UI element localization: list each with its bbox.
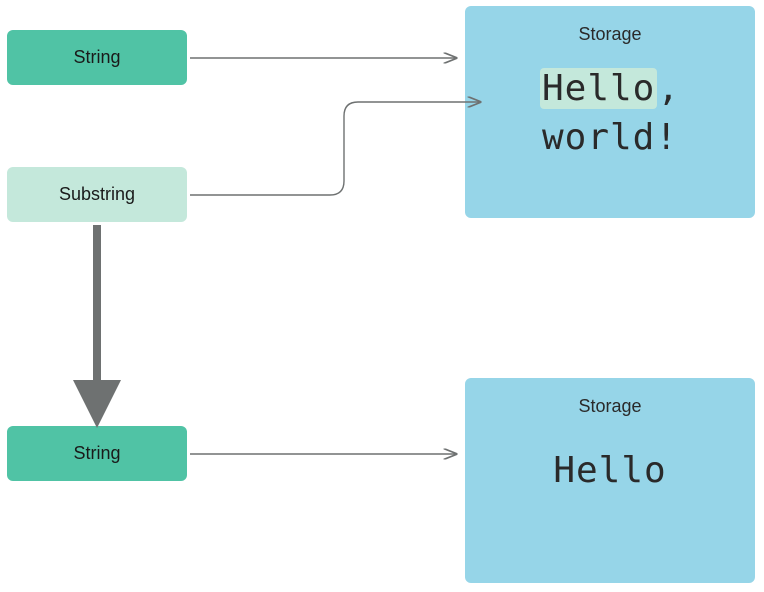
storage-top-title: Storage bbox=[487, 24, 733, 45]
string-box-bottom: String bbox=[7, 426, 187, 481]
substring-box-label: Substring bbox=[59, 184, 135, 205]
storage-top-rest1: , bbox=[657, 68, 680, 109]
storage-box-bottom: Storage Hello bbox=[465, 378, 755, 583]
string-box-bottom-label: String bbox=[73, 443, 120, 464]
storage-top-line2: world! bbox=[542, 117, 678, 158]
storage-top-content: Hello, world! bbox=[487, 65, 733, 162]
string-box-top: String bbox=[7, 30, 187, 85]
storage-bottom-content: Hello bbox=[487, 447, 733, 496]
substring-box: Substring bbox=[7, 167, 187, 222]
arrow-substring-to-highlight bbox=[190, 102, 480, 195]
storage-box-top: Storage Hello, world! bbox=[465, 6, 755, 218]
storage-top-highlight: Hello bbox=[540, 68, 657, 109]
storage-bottom-title: Storage bbox=[487, 396, 733, 417]
string-box-top-label: String bbox=[73, 47, 120, 68]
